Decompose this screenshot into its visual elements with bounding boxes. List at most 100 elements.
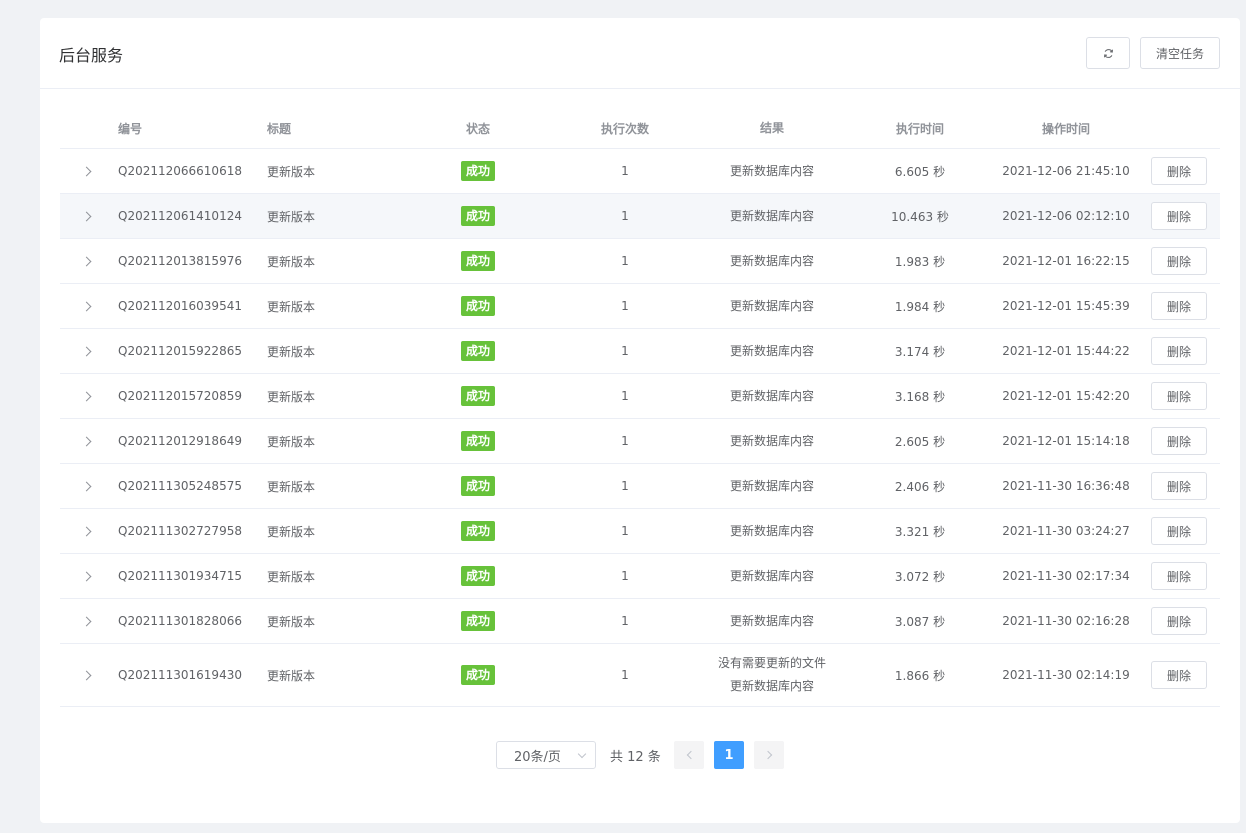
exec-duration: 3.072 秒 <box>894 569 946 584</box>
task-title: 更新版本 <box>267 389 316 404</box>
task-title: 更新版本 <box>267 434 316 449</box>
operation-time: 2021-12-01 15:14:18 <box>1002 434 1130 448</box>
task-title: 更新版本 <box>267 569 316 584</box>
delete-button[interactable]: 删除 <box>1151 157 1207 185</box>
task-id: Q202112061410124 <box>118 209 242 223</box>
task-title: 更新版本 <box>267 344 316 359</box>
table-row: Q202112013815976 更新版本 成功 1 更新数据库内容 1.983… <box>60 239 1220 284</box>
actions-cell: 删除 <box>1138 509 1220 553</box>
expand-row-button[interactable] <box>60 554 116 598</box>
actions-cell: 删除 <box>1138 284 1220 328</box>
table-row: Q202111301619430 更新版本 成功 1 没有需要更新的文件更新数据… <box>60 644 1220 707</box>
exec-count: 1 <box>621 389 629 403</box>
page-size-value: 20条/页 <box>514 749 561 765</box>
expand-row-button[interactable] <box>60 419 116 463</box>
task-title: 更新版本 <box>267 299 316 314</box>
page-size-select[interactable]: 20条/页 <box>496 741 596 769</box>
chevron-right-icon <box>81 670 91 680</box>
expand-row-button[interactable] <box>60 194 116 238</box>
page-title: 后台服务 <box>59 46 124 65</box>
table-row: Q202111305248575 更新版本 成功 1 更新数据库内容 2.406… <box>60 464 1220 509</box>
status-cell: 成功 <box>408 644 548 706</box>
table-row: Q202112015720859 更新版本 成功 1 更新数据库内容 3.168… <box>60 374 1220 419</box>
clear-tasks-button[interactable]: 清空任务 <box>1140 37 1220 69</box>
status-cell: 成功 <box>408 329 548 373</box>
next-page-button[interactable] <box>754 741 784 769</box>
task-id: Q202112015720859 <box>118 389 242 403</box>
status-badge: 成功 <box>460 431 495 451</box>
status-cell: 成功 <box>408 194 548 238</box>
delete-button[interactable]: 删除 <box>1151 427 1207 455</box>
operation-time: 2021-11-30 16:36:48 <box>1002 479 1130 493</box>
page-number-current[interactable]: 1 <box>714 741 744 769</box>
status-badge: 成功 <box>460 611 495 631</box>
task-title: 更新版本 <box>267 254 316 269</box>
exec-duration: 3.321 秒 <box>894 524 946 539</box>
delete-button[interactable]: 删除 <box>1151 562 1207 590</box>
expand-row-button[interactable] <box>60 239 116 283</box>
status-cell: 成功 <box>408 509 548 553</box>
actions-cell: 删除 <box>1138 464 1220 508</box>
actions-cell: 删除 <box>1138 194 1220 238</box>
delete-button[interactable]: 删除 <box>1151 472 1207 500</box>
delete-button[interactable]: 删除 <box>1151 247 1207 275</box>
chevron-right-icon <box>81 211 91 221</box>
task-result: 更新数据库内容 <box>729 568 814 583</box>
exec-duration: 1.866 秒 <box>894 668 946 683</box>
refresh-button[interactable] <box>1086 37 1130 69</box>
status-badge: 成功 <box>460 566 495 586</box>
delete-button[interactable]: 删除 <box>1151 517 1207 545</box>
refresh-icon <box>1103 48 1113 58</box>
task-id: Q202112016039541 <box>118 299 242 313</box>
delete-button[interactable]: 删除 <box>1151 292 1207 320</box>
prev-page-button[interactable] <box>674 741 704 769</box>
column-header-title: 标题 <box>267 122 292 136</box>
task-title: 更新版本 <box>267 668 316 683</box>
delete-button[interactable]: 删除 <box>1151 607 1207 635</box>
expand-row-button[interactable] <box>60 644 116 706</box>
exec-count: 1 <box>621 668 629 682</box>
chevron-right-icon <box>81 616 91 626</box>
actions-cell: 删除 <box>1138 374 1220 418</box>
status-cell: 成功 <box>408 149 548 193</box>
total-count: 共 12 条 <box>610 749 661 765</box>
status-cell: 成功 <box>408 599 548 643</box>
exec-count: 1 <box>621 614 629 628</box>
actions-cell: 删除 <box>1138 239 1220 283</box>
expand-row-button[interactable] <box>60 329 116 373</box>
status-badge: 成功 <box>460 476 495 496</box>
actions-cell: 删除 <box>1138 554 1220 598</box>
task-title: 更新版本 <box>267 209 316 224</box>
expand-row-button[interactable] <box>60 374 116 418</box>
delete-button[interactable]: 删除 <box>1151 337 1207 365</box>
column-header-duration: 执行时间 <box>895 122 944 136</box>
expand-row-button[interactable] <box>60 149 116 193</box>
delete-button[interactable]: 删除 <box>1151 382 1207 410</box>
operation-time: 2021-12-06 02:12:10 <box>1002 209 1130 223</box>
status-badge: 成功 <box>460 386 495 406</box>
task-title: 更新版本 <box>267 524 316 539</box>
expand-row-button[interactable] <box>60 464 116 508</box>
delete-button[interactable]: 删除 <box>1151 661 1207 689</box>
expand-row-button[interactable] <box>60 599 116 643</box>
expand-row-button[interactable] <box>60 284 116 328</box>
column-header-count: 执行次数 <box>600 122 649 136</box>
actions-cell: 删除 <box>1138 329 1220 373</box>
chevron-right-icon <box>81 166 91 176</box>
chevron-right-icon <box>81 481 91 491</box>
task-result: 更新数据库内容 <box>729 433 814 448</box>
column-header-optime: 操作时间 <box>1041 122 1090 136</box>
expand-row-button[interactable] <box>60 509 116 553</box>
exec-count: 1 <box>621 524 629 538</box>
operation-time: 2021-11-30 03:24:27 <box>1002 524 1130 538</box>
task-id: Q202112013815976 <box>118 254 242 268</box>
status-cell: 成功 <box>408 554 548 598</box>
task-result: 更新数据库内容 <box>729 298 814 313</box>
delete-button[interactable]: 删除 <box>1151 202 1207 230</box>
exec-duration: 6.605 秒 <box>894 164 946 179</box>
status-badge: 成功 <box>460 341 495 361</box>
column-header-actions <box>1138 109 1220 148</box>
chevron-right-icon <box>763 750 772 760</box>
table-header: 编号 标题 状态 执行次数 结果 执行时间 操作时间 <box>60 109 1220 149</box>
operation-time: 2021-11-30 02:17:34 <box>1002 569 1130 583</box>
